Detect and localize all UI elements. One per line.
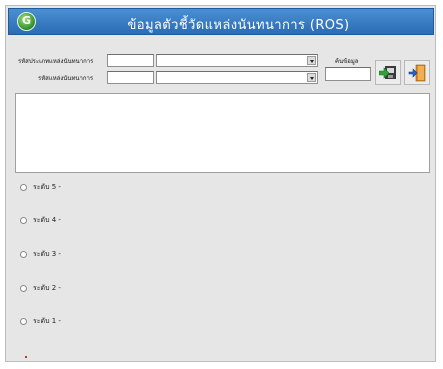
site-code-label: รหัสแหล่งนันทนาการ	[38, 75, 94, 82]
level-2-option[interactable]: ระดับ 2 -	[20, 282, 61, 294]
save-arrow-icon	[379, 66, 396, 79]
radio-icon[interactable]	[20, 317, 27, 325]
window-title: ข้อมูลตัวชี้วัดแหล่งนันทนาการ (ROS)	[127, 18, 350, 33]
search-input[interactable]	[325, 67, 371, 81]
level-3-option[interactable]: ระดับ 3 -	[20, 248, 61, 260]
search-label: ค้นข้อมูล	[335, 58, 359, 65]
level-5-label: ระดับ 5 -	[33, 182, 61, 191]
exit-button[interactable]	[404, 60, 430, 85]
level-4-option[interactable]: ระดับ 4 -	[20, 214, 61, 226]
level-2-label: ระดับ 2 -	[33, 283, 61, 292]
exit-door-icon	[408, 64, 426, 82]
radio-icon[interactable]	[20, 216, 27, 224]
level-1-label: ระดับ 1 -	[33, 316, 61, 325]
radio-icon[interactable]	[20, 250, 27, 258]
type-code-field[interactable]	[107, 54, 154, 67]
save-button[interactable]	[375, 60, 401, 85]
radio-icon[interactable]	[20, 284, 27, 292]
site-code-field[interactable]	[107, 71, 154, 84]
level-5-option[interactable]: ระดับ 5 -	[20, 181, 61, 193]
chevron-down-icon[interactable]	[307, 56, 316, 65]
level-1-option[interactable]: ระดับ 1 -	[20, 315, 61, 327]
site-name-combo[interactable]	[156, 71, 318, 84]
title-bar: G ข้อมูลตัวชี้วัดแหล่งนันทนาการ (ROS)	[8, 8, 434, 35]
chevron-down-icon[interactable]	[307, 73, 316, 82]
app-window: G ข้อมูลตัวชี้วัดแหล่งนันทนาการ (ROS) รห…	[5, 5, 436, 362]
radio-icon[interactable]	[20, 183, 27, 191]
type-code-label: รหัสประเภทแหล่งนันทนาการ	[18, 58, 94, 65]
status-dot	[25, 356, 27, 358]
type-name-combo[interactable]	[156, 54, 318, 67]
level-3-label: ระดับ 3 -	[33, 249, 61, 258]
level-4-label: ระดับ 4 -	[33, 215, 61, 224]
results-list[interactable]	[15, 93, 430, 173]
